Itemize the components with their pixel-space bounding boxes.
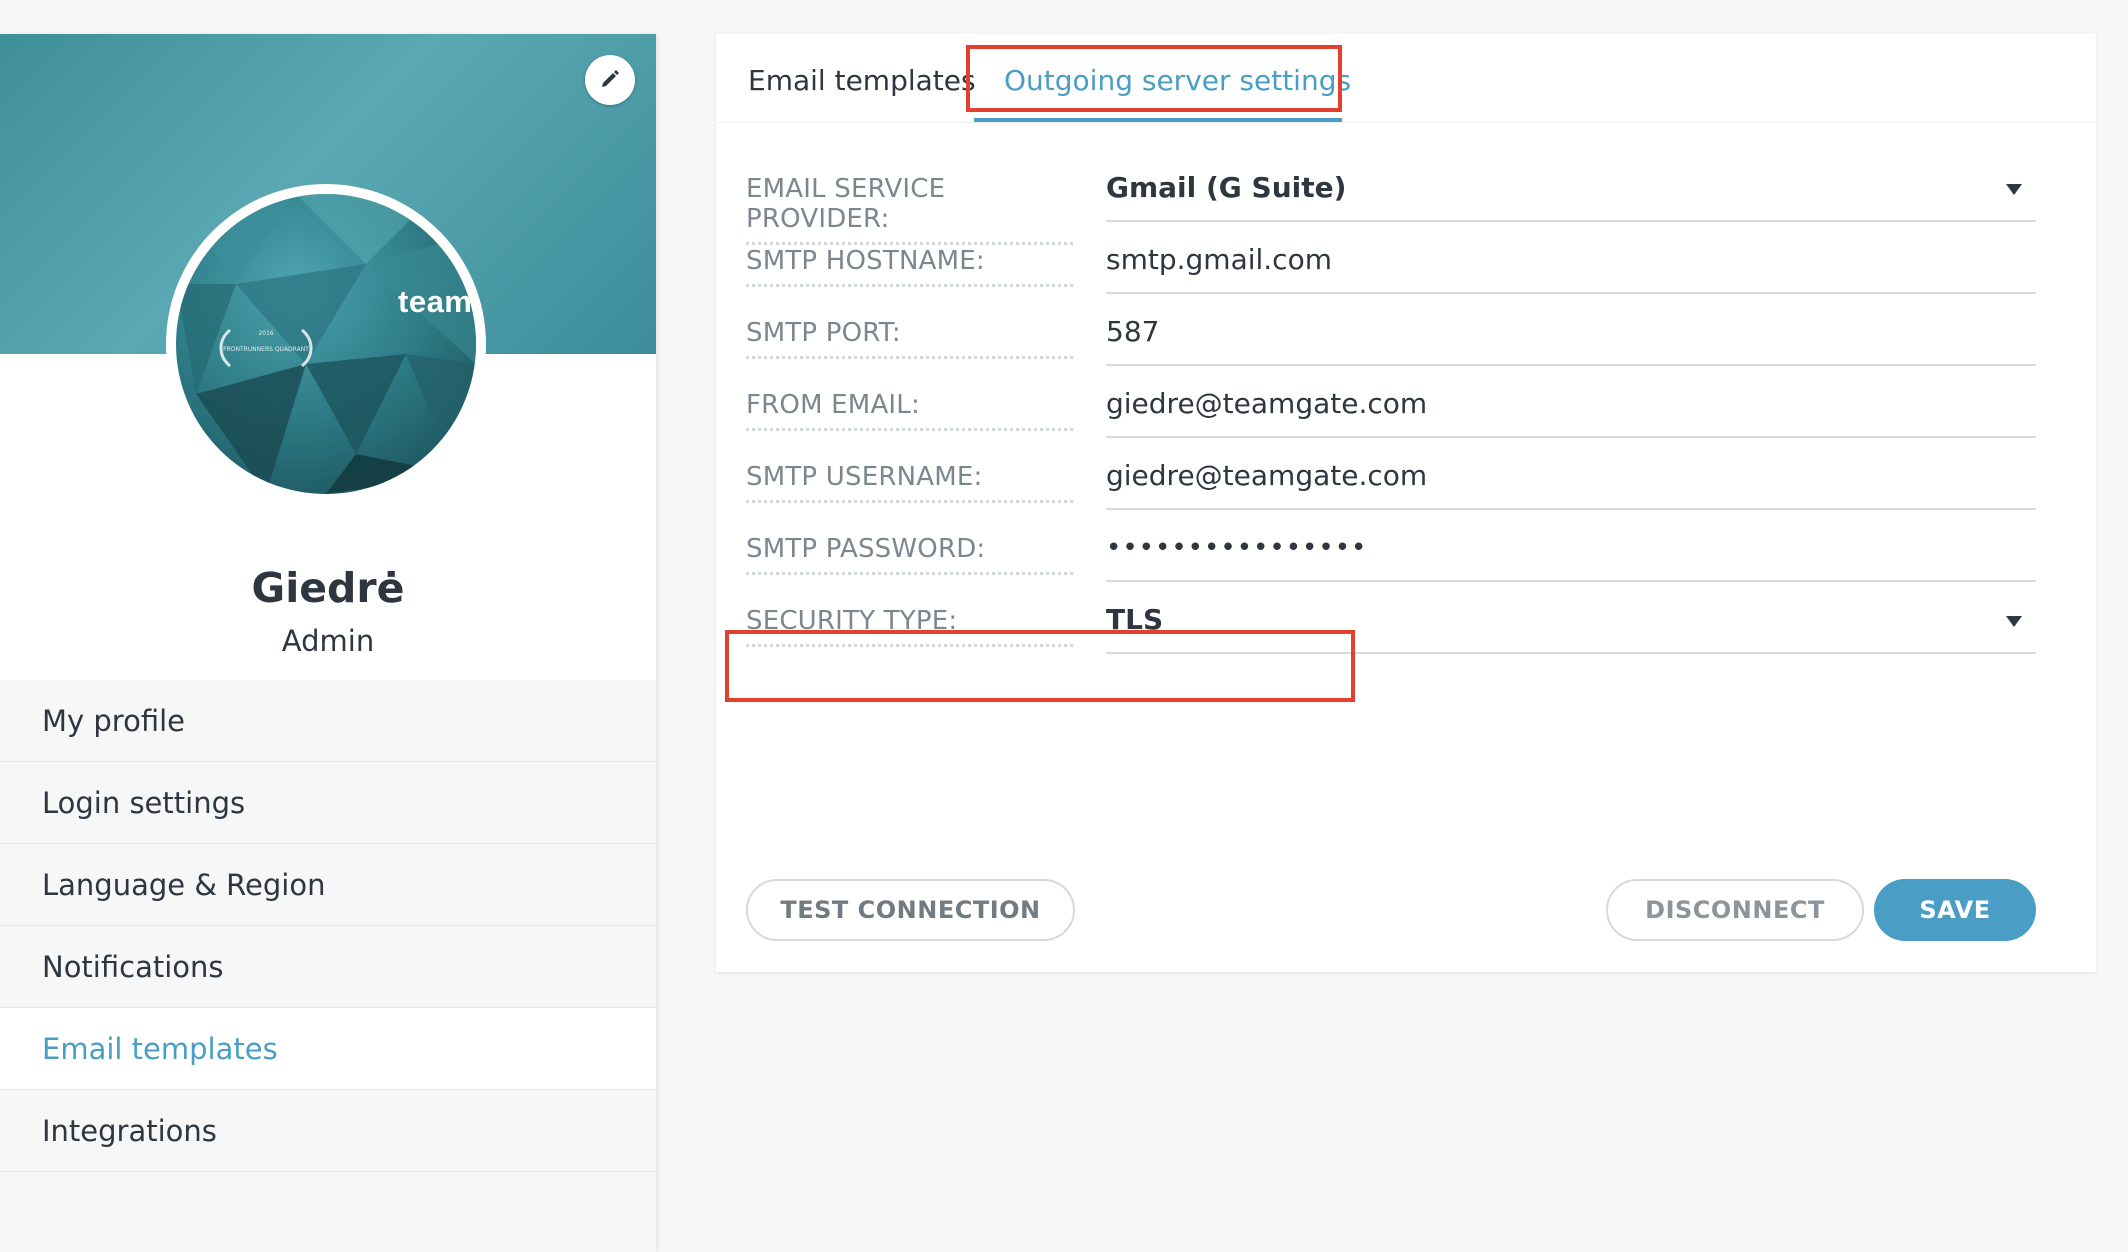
- from-email-row: FROM EMAIL: giedre@teamgate.com: [746, 372, 2066, 440]
- hostname-input[interactable]: smtp.gmail.com: [1106, 228, 2036, 294]
- menu-item-notifications[interactable]: Notifications: [0, 926, 656, 1008]
- avatar-frame: team 2016 FRONTRUNNERS QUADRANT: [166, 184, 486, 504]
- menu-item-integrations[interactable]: Integrations: [0, 1090, 656, 1172]
- port-row: SMTP PORT: 587: [746, 300, 2066, 368]
- user-name: Giedrė: [251, 564, 405, 612]
- outgoing-server-card: Email templates Outgoing server settings…: [716, 34, 2096, 972]
- menu-item-email-templates[interactable]: Email templates: [0, 1008, 656, 1090]
- from-email-input[interactable]: giedre@teamgate.com: [1106, 372, 2036, 438]
- password-highlight-box: [725, 630, 1355, 702]
- user-role: Admin: [281, 624, 375, 658]
- avatar[interactable]: team 2016 FRONTRUNNERS QUADRANT: [176, 194, 476, 494]
- menu-item-language-region[interactable]: Language & Region: [0, 844, 656, 926]
- menu-item-my-profile[interactable]: My profile: [0, 680, 656, 762]
- username-row: SMTP USERNAME: giedre@teamgate.com: [746, 444, 2066, 512]
- password-row: SMTP PASSWORD: ••••••••••••••••: [746, 516, 2066, 584]
- hostname-label: SMTP HOSTNAME:: [746, 246, 1073, 287]
- menu-item-login-settings[interactable]: Login settings: [0, 762, 656, 844]
- save-button[interactable]: SAVE: [1874, 879, 2036, 941]
- profile-panel: team 2016 FRONTRUNNERS QUADRANT Giedrė A…: [0, 34, 656, 1252]
- active-tab-indicator: [974, 118, 1342, 122]
- username-input[interactable]: giedre@teamgate.com: [1106, 444, 2036, 510]
- badge-text: FRONTRUNNERS QUADRANT: [223, 346, 309, 353]
- username-label: SMTP USERNAME:: [746, 462, 1073, 503]
- edit-profile-button[interactable]: [585, 55, 635, 105]
- tab-highlight-box: [966, 45, 1342, 112]
- provider-row: EMAIL SERVICE PROVIDER: Gmail (G Suite): [746, 156, 2066, 245]
- caret-down-icon: [2006, 184, 2022, 195]
- port-label: SMTP PORT:: [746, 318, 1073, 359]
- tab-email-templates[interactable]: Email templates: [748, 64, 976, 97]
- settings-menu: My profile Login settings Language & Reg…: [0, 680, 656, 1172]
- port-input[interactable]: 587: [1106, 300, 2036, 366]
- password-input[interactable]: ••••••••••••••••: [1106, 516, 2036, 582]
- badge-year: 2016: [258, 330, 274, 337]
- hostname-row: SMTP HOSTNAME: smtp.gmail.com: [746, 228, 2066, 296]
- tab-bar: Email templates Outgoing server settings: [716, 34, 2096, 123]
- provider-select[interactable]: Gmail (G Suite): [1106, 156, 2036, 222]
- provider-value: Gmail (G Suite): [1106, 171, 1347, 204]
- award-badge: 2016 FRONTRUNNERS QUADRANT: [216, 324, 316, 369]
- test-connection-button[interactable]: TEST CONNECTION: [746, 879, 1075, 941]
- from-email-label: FROM EMAIL:: [746, 390, 1073, 431]
- caret-down-icon: [2006, 616, 2022, 627]
- password-label: SMTP PASSWORD:: [746, 534, 1073, 575]
- pencil-icon: [599, 67, 621, 93]
- avatar-logo-text: team: [398, 284, 473, 319]
- disconnect-button[interactable]: DISCONNECT: [1606, 879, 1864, 941]
